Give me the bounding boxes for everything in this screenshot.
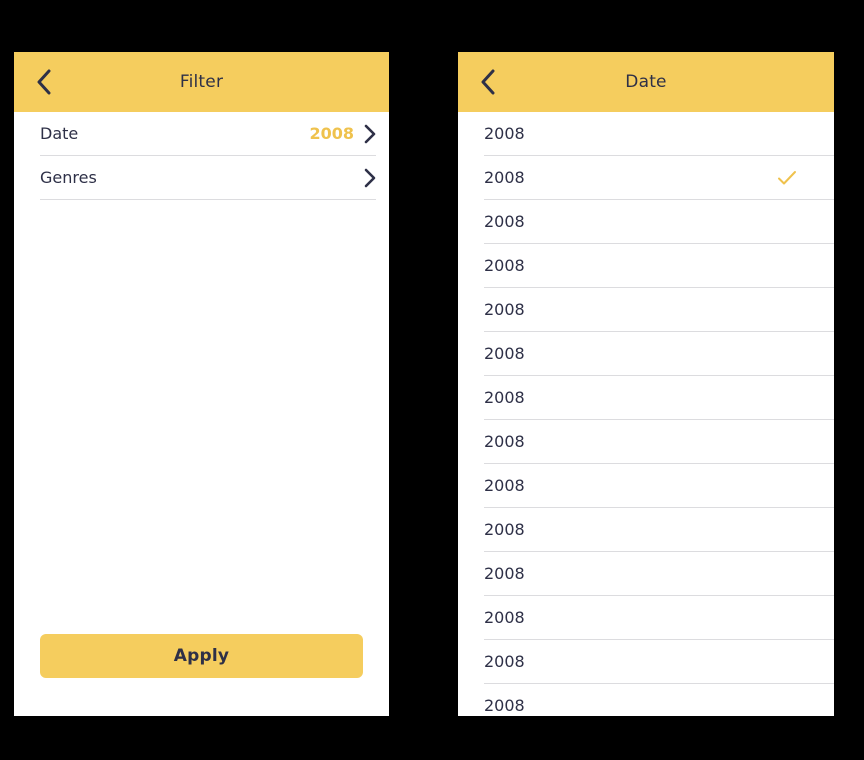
filter-rows: Date 2008 Genres	[14, 112, 389, 200]
date-option-row[interactable]: 2008	[458, 376, 834, 420]
filter-row-label: Genres	[40, 168, 97, 187]
chevron-right-icon	[364, 124, 376, 144]
date-option-row[interactable]: 2008	[458, 244, 834, 288]
chevron-left-icon	[480, 69, 496, 95]
filter-row-right: 2008	[309, 124, 376, 144]
filter-row-genres[interactable]: Genres	[14, 156, 389, 200]
apply-area: Apply	[14, 634, 389, 716]
date-option-label: 2008	[484, 344, 525, 363]
date-option-label: 2008	[484, 124, 525, 143]
apply-button[interactable]: Apply	[40, 634, 363, 678]
date-option-label: 2008	[484, 520, 525, 539]
date-option-label: 2008	[484, 256, 525, 275]
date-option-row[interactable]: 2008	[458, 200, 834, 244]
date-option-label: 2008	[484, 168, 525, 187]
date-option-label: 2008	[484, 212, 525, 231]
chevron-left-icon	[36, 69, 52, 95]
date-option-row[interactable]: 2008	[458, 640, 834, 684]
date-options-scroll[interactable]: 2008 2008 2008 2008 2008 2008 2008 2008 2008 2008…	[458, 112, 834, 716]
filter-screen: Filter Date 2008 Genres Apply	[14, 52, 389, 716]
filter-row-label: Date	[40, 124, 79, 143]
page-title: Date	[625, 72, 667, 92]
check-icon	[777, 170, 797, 186]
date-option-label: 2008	[484, 608, 525, 627]
date-header: Date	[458, 52, 834, 112]
date-option-row[interactable]: 2008	[458, 464, 834, 508]
back-button[interactable]	[22, 52, 66, 112]
date-option-label: 2008	[484, 432, 525, 451]
date-option-label: 2008	[484, 300, 525, 319]
date-option-row[interactable]: 2008	[458, 112, 834, 156]
filter-header: Filter	[14, 52, 389, 112]
filter-row-value: 2008	[309, 124, 354, 143]
back-button[interactable]	[466, 52, 510, 112]
date-option-row[interactable]: 2008	[458, 552, 834, 596]
filter-row-date[interactable]: Date 2008	[14, 112, 389, 156]
date-screen: Date 2008 2008 2008 2008 2008 2008 2008 2008 200…	[458, 52, 834, 716]
date-option-label: 2008	[484, 476, 525, 495]
date-option-row[interactable]: 2008	[458, 420, 834, 464]
date-option-row[interactable]: 2008	[458, 288, 834, 332]
chevron-right-icon	[364, 168, 376, 188]
filter-spacer	[14, 200, 389, 634]
filter-body: Date 2008 Genres Apply	[14, 112, 389, 716]
date-option-label: 2008	[484, 388, 525, 407]
date-option-row[interactable]: 2008	[458, 332, 834, 376]
date-option-row[interactable]: 2008	[458, 156, 834, 200]
date-option-row[interactable]: 2008	[458, 508, 834, 552]
date-option-label: 2008	[484, 696, 525, 715]
filter-row-right	[364, 168, 376, 188]
date-option-row[interactable]: 2008	[458, 596, 834, 640]
date-option-right	[777, 170, 821, 186]
page-title: Filter	[179, 72, 224, 92]
date-option-label: 2008	[484, 652, 525, 671]
date-option-label: 2008	[484, 564, 525, 583]
date-options-list: 2008 2008 2008 2008 2008 2008 2008 2008 2008 2008…	[458, 112, 834, 716]
date-option-row[interactable]: 2008	[458, 684, 834, 716]
